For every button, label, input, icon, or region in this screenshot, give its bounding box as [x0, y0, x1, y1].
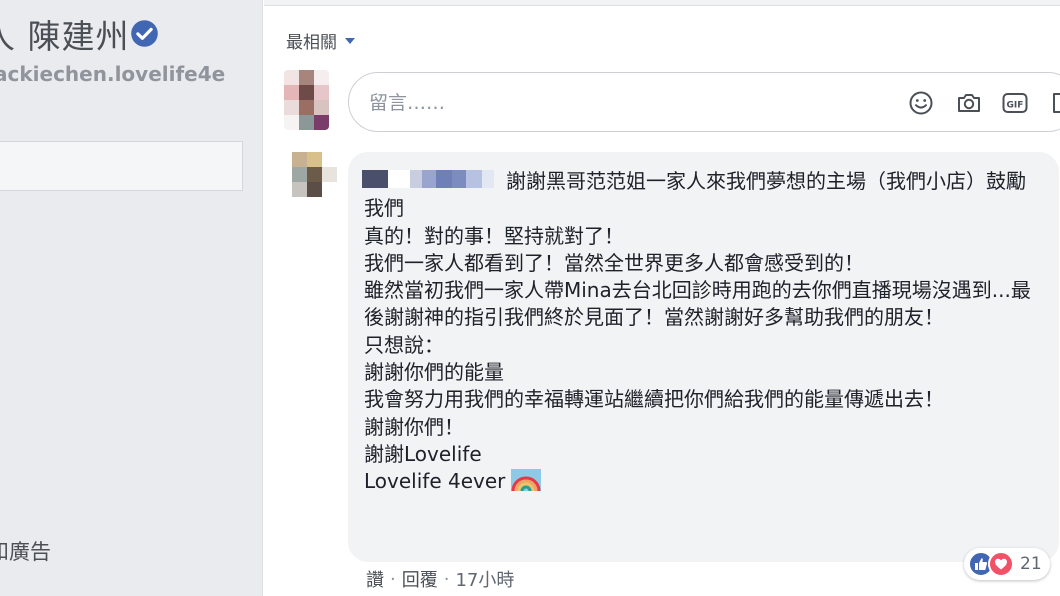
comment-actions: 讚 · 回覆 · 17小時	[366, 566, 514, 592]
separator-dot: ·	[390, 568, 396, 590]
emoji-icon[interactable]	[907, 89, 935, 117]
comment-line: 我們一家人都看到了！當然全世界更多人都會感受到的！	[364, 250, 864, 275]
comment-line: 雖然當初我們一家人帶Mina去台北回診時用跑的去你們直播現場沒遇到...最後謝謝…	[364, 278, 1031, 330]
comment-sort-dropdown[interactable]: 最相關	[286, 28, 355, 53]
comments-section: 最相關 GIF	[264, 0, 1060, 596]
profile-sidebar: 人 陳建州 ackiechen.lovelife4e 和廣告	[0, 0, 263, 596]
reactions-summary[interactable]: 21	[964, 548, 1050, 580]
rainbow-emoji-icon	[511, 469, 542, 492]
love-reaction-icon	[988, 551, 1014, 577]
sort-label: 最相關	[286, 33, 337, 53]
facebook-post-comments: 人 陳建州 ackiechen.lovelife4e 和廣告 最相關	[0, 0, 1060, 596]
svg-text:GIF: GIF	[1007, 101, 1024, 111]
comment-line: 謝謝你們！	[364, 414, 464, 439]
comment-timestamp[interactable]: 17小時	[455, 566, 514, 592]
avatar[interactable]	[284, 70, 329, 130]
separator-dot: ·	[443, 568, 450, 590]
comment-composer: GIF	[348, 72, 1060, 132]
sidebar-panel	[0, 141, 243, 191]
comment-line: 謝謝黑哥范范姐一家人來我們夢想的主場（我們小店）鼓勵我們	[364, 169, 1026, 221]
comment-line: 真的！對的事！堅持就對了！	[364, 223, 624, 248]
reaction-count: 21	[1020, 554, 1042, 574]
comment-line: 謝謝你們的能量	[364, 360, 504, 385]
chevron-down-icon	[345, 37, 355, 44]
avatar[interactable]	[292, 152, 337, 212]
reply-button[interactable]: 回覆	[402, 566, 438, 592]
comment-line: Lovelife 4ever	[364, 469, 506, 494]
comment-bubble: 謝謝黑哥范范姐一家人來我們夢想的主場（我們小店）鼓勵我們 真的！對的事！堅持就對…	[348, 152, 1059, 562]
verified-badge-icon	[131, 20, 158, 47]
sticker-icon[interactable]	[1049, 89, 1060, 117]
comment-input[interactable]	[369, 89, 789, 117]
profile-username: ackiechen.lovelife4e	[0, 62, 226, 86]
sidebar-footer-text[interactable]: 和廣告	[0, 536, 51, 566]
profile-name[interactable]: 人 陳建州	[0, 10, 130, 58]
comment-line: 我會努力用我們的幸福轉運站繼續把你們給我們的能量傳遞出去！	[364, 387, 944, 412]
comment-line: 謝謝Lovelife	[364, 441, 482, 466]
section-divider	[264, 0, 1060, 6]
like-button[interactable]: 讚	[366, 566, 384, 592]
gif-icon[interactable]: GIF	[1001, 89, 1029, 117]
comment-body: 謝謝黑哥范范姐一家人來我們夢想的主場（我們小店）鼓勵我們 真的！對的事！堅持就對…	[364, 168, 1044, 496]
camera-icon[interactable]	[955, 89, 983, 117]
comment-line: 只想說：	[364, 332, 444, 357]
